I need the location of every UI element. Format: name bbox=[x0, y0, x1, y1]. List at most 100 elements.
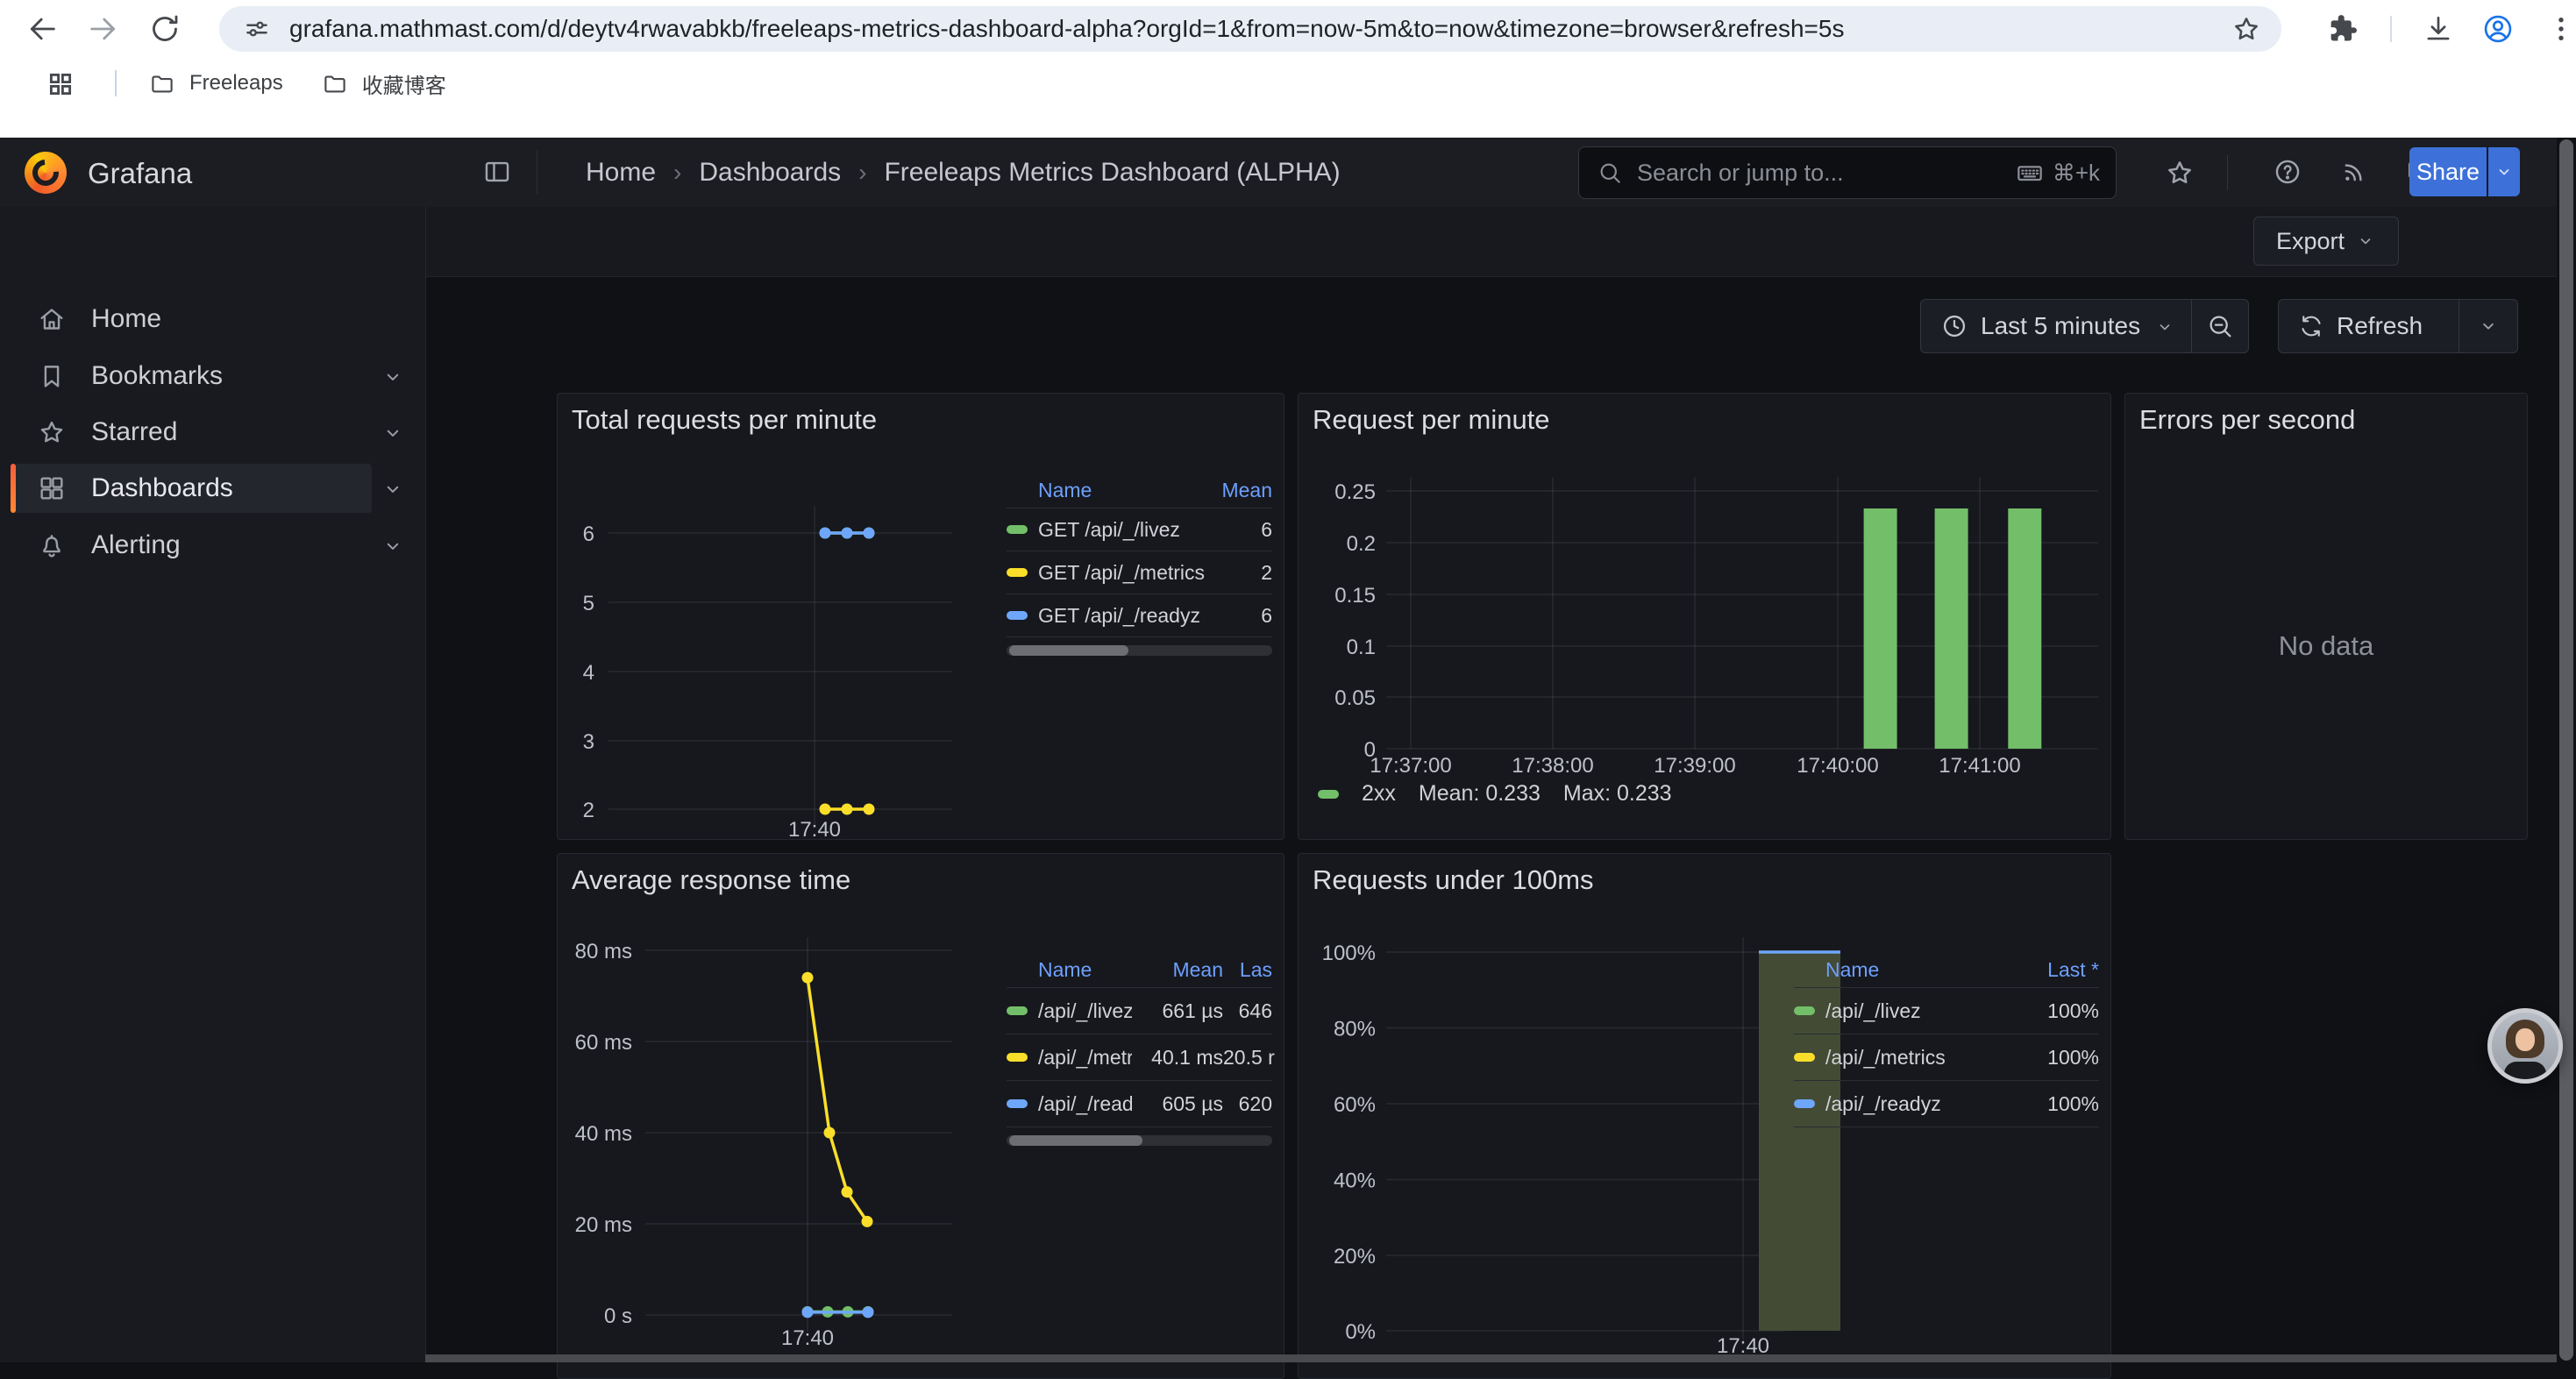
omnibox[interactable] bbox=[219, 6, 2281, 52]
bookmark-star-icon[interactable] bbox=[2231, 13, 2262, 45]
clock-icon bbox=[1940, 312, 1968, 340]
forward-icon[interactable] bbox=[86, 11, 121, 46]
legend-col-name[interactable]: Name bbox=[1038, 479, 1221, 502]
legend-table: NameMeanLas/api/_/livez661 µs646/api/_/m… bbox=[1007, 952, 1272, 1146]
profile-icon[interactable] bbox=[2481, 12, 2515, 46]
legend-table: NameMean GET /api/_/livez6GET /api/_/metr… bbox=[1007, 473, 1272, 656]
series-color-chip bbox=[1794, 1099, 1815, 1108]
svg-text:0.2: 0.2 bbox=[1347, 532, 1376, 556]
legend-col-name[interactable]: Name bbox=[1825, 958, 2020, 982]
floating-assistant-avatar[interactable] bbox=[2487, 1008, 2563, 1084]
series-color-chip bbox=[1794, 1006, 1815, 1015]
grafana-logo-icon[interactable] bbox=[25, 152, 67, 194]
sidebar-item-alerting[interactable]: Alerting bbox=[0, 521, 425, 570]
legend-row[interactable]: /api/_/readyz100% bbox=[1794, 1081, 2099, 1127]
svg-text:17:40: 17:40 bbox=[788, 818, 841, 840]
refresh-button[interactable]: Refresh bbox=[2279, 300, 2459, 352]
legend-row[interactable]: /api/_/metrics100% bbox=[1794, 1034, 2099, 1081]
share-button[interactable]: Share bbox=[2409, 147, 2487, 196]
legend-row[interactable]: GET /api/_/livez6 bbox=[1007, 508, 1272, 551]
search-box[interactable]: ⌘+k bbox=[1578, 146, 2117, 199]
bookmark-folder[interactable]: Freeleaps bbox=[149, 70, 283, 96]
zoom-out-button[interactable] bbox=[2191, 300, 2248, 352]
legend-col[interactable]: Mean bbox=[1221, 479, 1272, 502]
export-button[interactable]: Export bbox=[2253, 217, 2399, 266]
back-icon[interactable] bbox=[25, 11, 60, 46]
vertical-scrollbar[interactable] bbox=[2557, 138, 2576, 1362]
svg-text:60%: 60% bbox=[1334, 1093, 1376, 1117]
zoom-out-icon bbox=[2206, 312, 2234, 340]
legend-stat[interactable]: 2xx bbox=[1362, 781, 1396, 807]
chevron-down-icon[interactable] bbox=[381, 477, 405, 501]
breadcrumb: Home›Dashboards›Freeleaps Metrics Dashbo… bbox=[586, 138, 1341, 207]
legend-col-name[interactable]: Name bbox=[1038, 958, 1132, 982]
svg-text:20%: 20% bbox=[1334, 1245, 1376, 1269]
legend-scrollbar[interactable] bbox=[1007, 1135, 1272, 1146]
legend-row[interactable]: GET /api/_/readyz6 bbox=[1007, 594, 1272, 637]
site-info-icon[interactable] bbox=[242, 14, 272, 44]
sidebar-item-dashboards[interactable]: Dashboards bbox=[0, 464, 425, 513]
search-shortcut: ⌘+k bbox=[2053, 160, 2100, 187]
svg-text:20 ms: 20 ms bbox=[575, 1213, 632, 1237]
series-color-chip bbox=[1794, 1053, 1815, 1062]
legend-stat[interactable]: Mean: 0.233 bbox=[1419, 781, 1541, 807]
apps-grid-icon[interactable] bbox=[46, 69, 75, 99]
share-button-group: Share bbox=[2409, 147, 2520, 196]
extensions-icon[interactable] bbox=[2325, 12, 2359, 46]
brand-title: Grafana bbox=[88, 157, 192, 190]
reload-icon[interactable] bbox=[147, 11, 182, 46]
legend-scrollbar[interactable] bbox=[1007, 645, 1272, 656]
svg-text:0.05: 0.05 bbox=[1334, 686, 1376, 710]
series-color-chip bbox=[1007, 1006, 1028, 1015]
chevron-down-icon[interactable] bbox=[381, 365, 405, 389]
favorite-star-icon[interactable] bbox=[2164, 157, 2195, 188]
sidebar-item-bookmarks[interactable]: Bookmarks bbox=[0, 352, 425, 401]
downloads-icon[interactable] bbox=[2422, 12, 2455, 46]
chevron-down-icon[interactable] bbox=[381, 421, 405, 445]
news-rss-icon[interactable] bbox=[2339, 157, 2369, 187]
breadcrumb-item[interactable]: Freeleaps Metrics Dashboard (ALPHA) bbox=[884, 158, 1340, 188]
breadcrumb-item[interactable]: Home bbox=[586, 158, 656, 188]
legend-col[interactable]: Las bbox=[1223, 958, 1272, 982]
url-input[interactable] bbox=[288, 14, 2231, 44]
bookmark-folder[interactable]: 收藏博客 bbox=[322, 68, 446, 99]
home-icon bbox=[37, 304, 67, 334]
breadcrumb-item[interactable]: Dashboards bbox=[699, 158, 841, 188]
panel-title[interactable]: Errors per second bbox=[2139, 404, 2355, 436]
sidebar-item-home[interactable]: Home bbox=[0, 295, 425, 344]
time-range-picker[interactable]: Last 5 minutes bbox=[1921, 300, 2191, 352]
refresh-group: Refresh bbox=[2278, 299, 2518, 353]
panel-title[interactable]: Average response time bbox=[572, 864, 850, 896]
legend-row[interactable]: /api/_/metrics40.1 ms20.5 r bbox=[1007, 1034, 1272, 1081]
keyboard-icon bbox=[2016, 159, 2044, 187]
legend-row[interactable]: /api/_/livez661 µs646 bbox=[1007, 988, 1272, 1034]
help-icon[interactable] bbox=[2273, 157, 2302, 187]
svg-text:17:40: 17:40 bbox=[781, 1326, 834, 1350]
folder-icon bbox=[322, 70, 348, 96]
panel-requests-under-100ms: 100%80%60%40%20%0%17:40 Requests under 1… bbox=[1298, 853, 2111, 1379]
panel-average-response-time: 80 ms60 ms40 ms20 ms0 s17:40 Average res… bbox=[557, 853, 1284, 1379]
mega-menu-toggle-icon[interactable] bbox=[482, 157, 512, 187]
menu-kebab-icon[interactable] bbox=[2544, 12, 2576, 46]
svg-text:60 ms: 60 ms bbox=[575, 1031, 632, 1055]
legend-col[interactable]: Last * bbox=[2020, 958, 2099, 982]
legend-col[interactable]: Mean bbox=[1132, 958, 1223, 982]
svg-text:4: 4 bbox=[583, 661, 594, 685]
panel-title[interactable]: Requests under 100ms bbox=[1313, 864, 1594, 896]
series-color-chip bbox=[1007, 568, 1028, 577]
legend-row[interactable]: /api/_/readyz605 µs620 bbox=[1007, 1081, 1272, 1127]
panel-title[interactable]: Total requests per minute bbox=[572, 404, 877, 436]
search-input[interactable] bbox=[1635, 159, 2016, 188]
chevron-down-icon[interactable] bbox=[381, 534, 405, 558]
legend-stat[interactable]: Max: 0.233 bbox=[1563, 781, 1672, 807]
sidebar-item-starred[interactable]: Starred bbox=[0, 408, 425, 457]
refresh-interval-dropdown[interactable] bbox=[2459, 300, 2517, 352]
panel-title[interactable]: Request per minute bbox=[1313, 404, 1550, 436]
panel-errors-per-second: Errors per second No data bbox=[2124, 393, 2528, 840]
legend-row[interactable]: /api/_/livez100% bbox=[1794, 988, 2099, 1034]
scrollbar-thumb[interactable] bbox=[2559, 139, 2573, 1361]
horizontal-scrollbar[interactable] bbox=[425, 1354, 2557, 1362]
share-dropdown-button[interactable] bbox=[2487, 147, 2520, 196]
svg-text:0.15: 0.15 bbox=[1334, 584, 1376, 608]
legend-row[interactable]: GET /api/_/metrics2 bbox=[1007, 551, 1272, 594]
